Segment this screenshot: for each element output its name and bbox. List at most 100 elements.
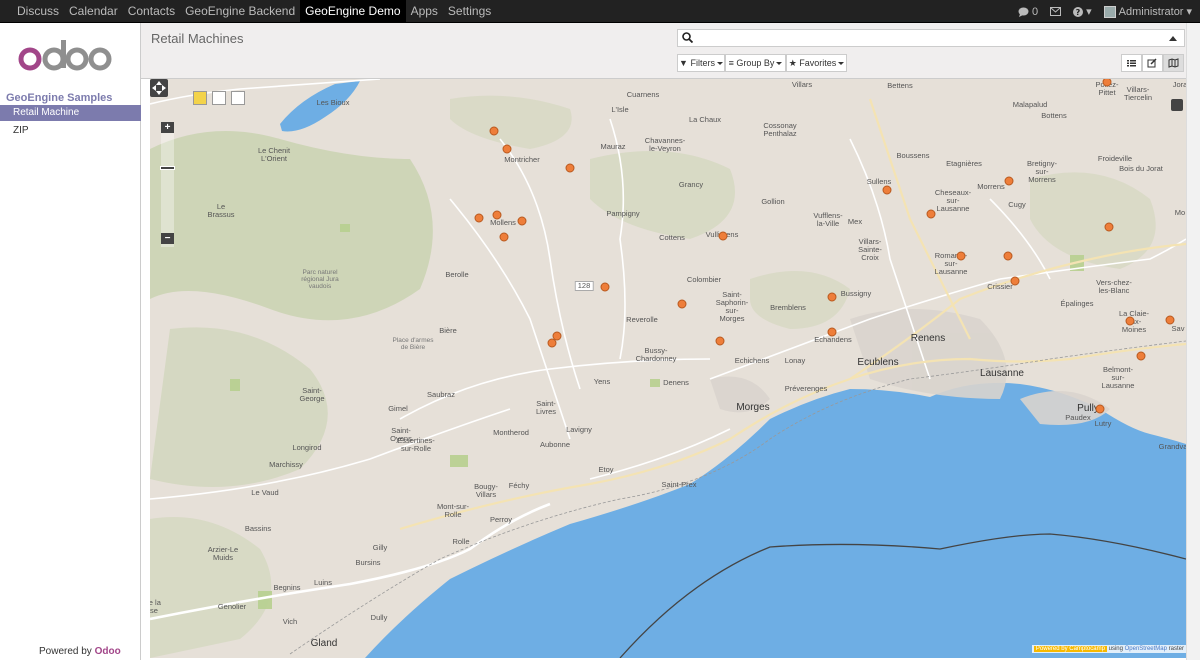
retail-machine-marker[interactable] [474, 213, 484, 223]
nav-calendar[interactable]: Calendar [64, 0, 123, 23]
map-place-label: Arzier-Le Muids [207, 545, 239, 562]
search-options-toggle-icon[interactable] [1169, 36, 1177, 41]
retail-machine-marker[interactable] [502, 144, 512, 154]
map-place-label: Genolier [217, 602, 247, 611]
map-place-label: Begnins [273, 583, 301, 592]
map-place-label: Mont-sur- Rolle [436, 502, 470, 519]
retail-machine-marker[interactable] [1125, 316, 1135, 326]
favorites-button[interactable]: ★ Favorites [786, 54, 847, 72]
map-place-label: Bettens [887, 81, 913, 90]
retail-machine-marker[interactable] [1095, 404, 1105, 414]
retail-machine-marker[interactable] [827, 292, 837, 302]
form-view-button[interactable] [1142, 54, 1163, 72]
search-bar[interactable] [677, 29, 1185, 47]
attribution-powered[interactable]: Powered by Camptocamp [1033, 646, 1107, 652]
retail-machine-marker[interactable] [718, 231, 728, 241]
layer-switcher-icon[interactable] [1171, 99, 1183, 111]
zoom-in-button[interactable]: + [161, 122, 174, 133]
map-place-label: Lavigny [566, 425, 592, 434]
retail-machine-marker[interactable] [1136, 351, 1146, 361]
map-place-label: Sav [1171, 324, 1185, 333]
pan-control-icon[interactable] [150, 79, 168, 97]
map-place-label: Vufflens- la-Ville [813, 211, 843, 228]
help-button[interactable]: ? ▾ [1073, 5, 1092, 18]
map-place-label: Bougy- Villars [474, 482, 498, 499]
road-number-label: 128 [574, 281, 594, 291]
zoom-out-button[interactable]: − [161, 233, 174, 244]
map-place-label: Bottens [1041, 111, 1067, 120]
map-place-label: Boussens [896, 151, 930, 160]
draw-polygon-icon[interactable] [231, 91, 245, 105]
map-place-label: Bursins [355, 558, 381, 567]
attribution-osm[interactable]: OpenStreetMap [1125, 646, 1167, 652]
map-place-label: Saint-Prex [661, 480, 697, 489]
retail-machine-marker[interactable] [956, 251, 966, 261]
user-menu[interactable]: Administrator ▾ [1103, 5, 1192, 18]
map-place-label: Gollion [761, 197, 785, 206]
retail-machine-marker[interactable] [827, 327, 837, 337]
retail-machine-marker[interactable] [1004, 176, 1014, 186]
odoo-logo[interactable] [18, 39, 126, 75]
nav-apps[interactable]: Apps [406, 0, 443, 23]
map-place-label: Bussy- Chardonney [635, 346, 677, 363]
map-place-label: Cugy [1008, 200, 1026, 209]
retail-machine-marker[interactable] [492, 210, 502, 220]
dropdown-caret-icon [776, 62, 783, 66]
filters-button[interactable]: ▼ Filters [677, 54, 725, 72]
group-by-button[interactable]: ≡ Group By [725, 54, 786, 72]
retail-machine-marker[interactable] [715, 336, 725, 346]
group-by-label: Group By [736, 58, 775, 68]
map-place-label: Bremblens [770, 303, 806, 312]
retail-machine-marker[interactable] [677, 299, 687, 309]
retail-machine-marker[interactable] [499, 232, 509, 242]
retail-machine-marker[interactable] [1104, 222, 1114, 232]
search-input[interactable] [698, 31, 1158, 45]
retail-machine-marker[interactable] [926, 209, 936, 219]
navigate-hand-icon[interactable] [193, 91, 207, 105]
retail-machine-marker[interactable] [547, 338, 557, 348]
retail-machine-marker[interactable] [1010, 276, 1020, 286]
powered-by-brand[interactable]: Odoo [95, 646, 121, 657]
map-canvas[interactable]: VillarsBettensPoliez- PittetVillars- Tie… [150, 79, 1186, 658]
nav-contacts[interactable]: Contacts [123, 0, 180, 23]
sidebar-item-zip[interactable]: ZIP [0, 123, 141, 139]
retail-machine-marker[interactable] [1165, 315, 1175, 325]
retail-machine-marker[interactable] [517, 216, 527, 226]
retail-machine-marker[interactable] [489, 126, 499, 136]
nav-geoengine-backend[interactable]: GeoEngine Backend [180, 0, 300, 23]
messages-count: 0 [1032, 5, 1039, 18]
map-place-label: Les Bioux [316, 98, 350, 107]
mail-button[interactable] [1050, 7, 1062, 16]
map-place-label: Montricher [504, 155, 540, 164]
control-panel: Retail Machines ▼ Filters ≡ Group By ★ F… [141, 23, 1186, 79]
svg-text:?: ? [1076, 8, 1081, 17]
pencil-square-icon [1147, 58, 1157, 68]
nav-settings[interactable]: Settings [443, 0, 496, 23]
list-view-button[interactable] [1121, 54, 1142, 72]
retail-machine-marker[interactable] [600, 282, 610, 292]
nav-geoengine-demo[interactable]: GeoEngine Demo [300, 0, 406, 23]
retail-machine-marker[interactable] [1003, 251, 1013, 261]
select-box-icon[interactable] [212, 91, 226, 105]
map-place-label: Place d'armes de Bière [392, 337, 434, 351]
retail-machine-marker[interactable] [565, 163, 575, 173]
map-place-label: Montherod [493, 428, 529, 437]
map-place-label: Vers-chez- les-Blanc [1096, 278, 1132, 295]
filters-label: Filters [690, 58, 715, 68]
messages-button[interactable]: 0 [1018, 6, 1038, 18]
sidebar-item-retail-machine[interactable]: Retail Machine [0, 105, 141, 121]
retail-machine-marker[interactable] [882, 185, 892, 195]
map-place-label: Aubonne [539, 440, 571, 449]
map-place-label: Villars- Tiercelin [1123, 85, 1153, 102]
map-place-label: Pampigny [606, 209, 640, 218]
map-place-label: Mollens [490, 218, 516, 227]
map-place-label: Crissier [987, 282, 1013, 291]
map-place-label: Cuarnens [626, 90, 660, 99]
nav-discuss[interactable]: Discuss [12, 0, 64, 23]
map-place-label: Gland [310, 638, 338, 649]
map-place-label: Le Chenit L'Orient [257, 146, 291, 163]
question-circle-icon: ? [1073, 6, 1084, 17]
map-view-button[interactable] [1163, 54, 1184, 72]
zoom-slider-handle[interactable] [160, 166, 175, 170]
page-scrollbar[interactable] [1186, 23, 1200, 660]
